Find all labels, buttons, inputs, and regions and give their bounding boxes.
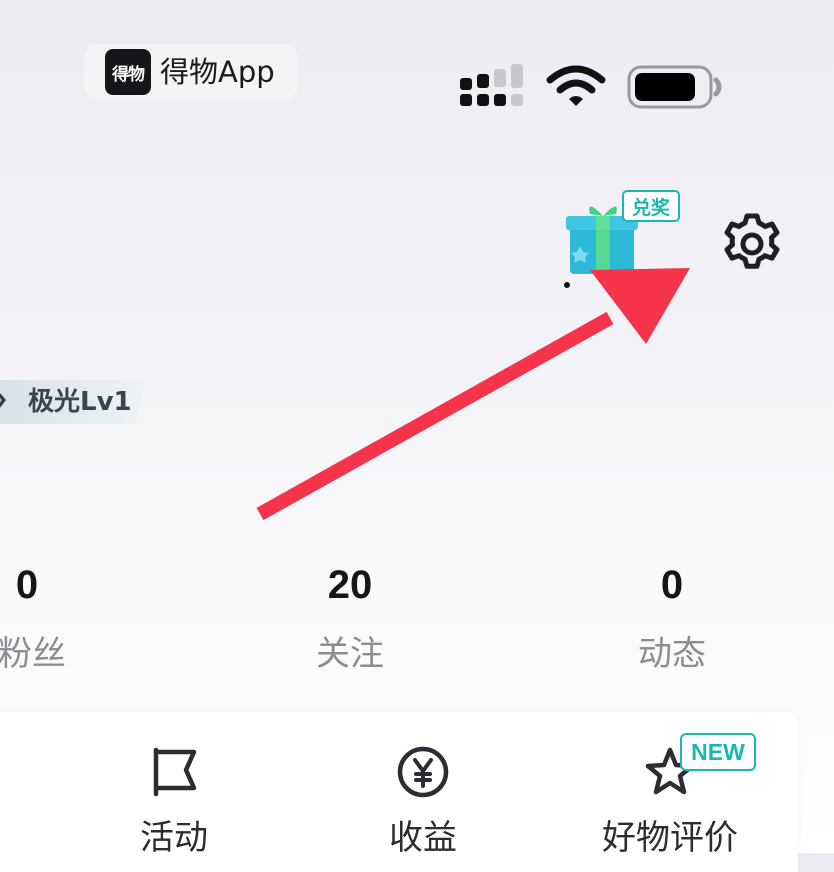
app-name: 得物App (160, 55, 275, 89)
wifi-icon (546, 65, 606, 106)
fans-label[interactable]: 粉丝 (0, 632, 112, 676)
redeem-badge[interactable]: 兑奖 (622, 190, 680, 222)
app-logo: 得物 (105, 49, 151, 95)
signal-icon (460, 64, 523, 106)
gear-icon[interactable] (718, 210, 786, 278)
following-label[interactable]: 关注 (270, 632, 430, 676)
yen-coin-icon[interactable] (395, 744, 451, 800)
following-count[interactable]: 20 (270, 560, 430, 610)
level-label: 极光Lv1 (28, 387, 132, 417)
posts-label[interactable]: 动态 (592, 632, 752, 676)
battery-icon (627, 65, 722, 109)
menu-item-product-review[interactable]: 好物评价 (590, 816, 750, 860)
flag-icon[interactable] (146, 744, 202, 800)
fans-count[interactable]: 0 (0, 560, 107, 610)
menu-item-activity[interactable]: 活动 (114, 816, 234, 860)
menu-item-earnings[interactable]: 收益 (363, 816, 483, 860)
posts-count[interactable]: 0 (592, 560, 752, 610)
annotation-arrow (256, 268, 690, 521)
new-badge: NEW (680, 733, 756, 771)
